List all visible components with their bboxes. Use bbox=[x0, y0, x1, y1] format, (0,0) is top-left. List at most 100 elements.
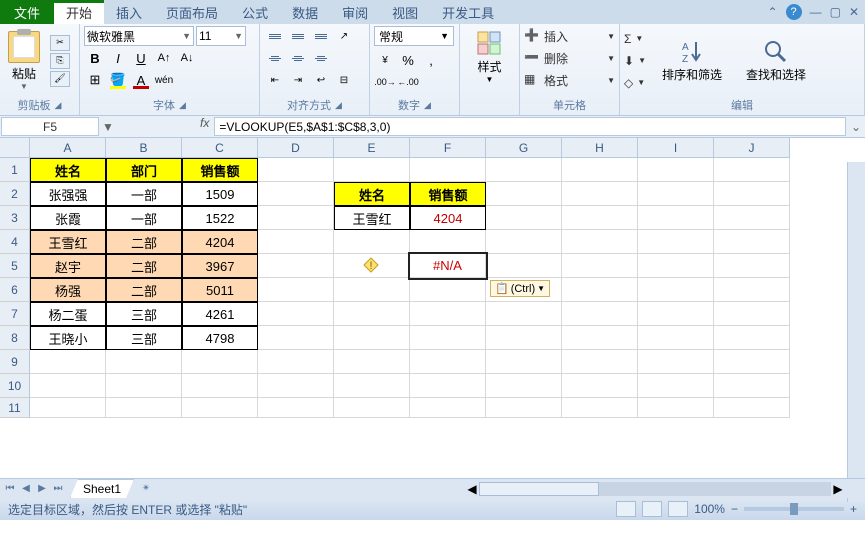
tab-prev-button[interactable]: ◀ bbox=[18, 481, 34, 497]
cell-D9[interactable] bbox=[258, 350, 334, 374]
cell-A3[interactable]: 张霞 bbox=[30, 206, 106, 230]
copy-button[interactable]: ⎘ bbox=[50, 53, 70, 69]
cell-E8[interactable] bbox=[334, 326, 410, 350]
row-header-1[interactable]: 1 bbox=[0, 158, 30, 182]
cell-C9[interactable] bbox=[182, 350, 258, 374]
bold-button[interactable]: B bbox=[84, 48, 106, 68]
cell-A11[interactable] bbox=[30, 398, 106, 418]
tab-next-button[interactable]: ▶ bbox=[34, 481, 50, 497]
cell-H7[interactable] bbox=[562, 302, 638, 326]
font-name-select[interactable]: 微软雅黑▼ bbox=[84, 26, 194, 46]
cell-H3[interactable] bbox=[562, 206, 638, 230]
cell-H10[interactable] bbox=[562, 374, 638, 398]
decrease-indent-button[interactable]: ⇤ bbox=[264, 70, 286, 90]
underline-button[interactable]: U bbox=[130, 48, 152, 68]
cell-A7[interactable]: 杨二蛋 bbox=[30, 302, 106, 326]
cell-C2[interactable]: 1509 bbox=[182, 182, 258, 206]
col-header-E[interactable]: E bbox=[334, 138, 410, 158]
zoom-slider[interactable] bbox=[744, 507, 844, 511]
cell-E11[interactable] bbox=[334, 398, 410, 418]
cell-J11[interactable] bbox=[714, 398, 790, 418]
horizontal-scrollbar[interactable]: ◀ ▶ bbox=[465, 481, 845, 497]
merge-button[interactable]: ⊟ bbox=[333, 70, 355, 90]
cell-I8[interactable] bbox=[638, 326, 714, 350]
format-cells-button[interactable]: ▦格式▼ bbox=[524, 70, 615, 90]
align-right-button[interactable] bbox=[310, 48, 332, 68]
cell-I2[interactable] bbox=[638, 182, 714, 206]
cell-D2[interactable] bbox=[258, 182, 334, 206]
cell-C11[interactable] bbox=[182, 398, 258, 418]
fill-color-button[interactable]: 🪣 bbox=[107, 70, 129, 90]
phonetic-button[interactable]: wén bbox=[153, 70, 175, 90]
row-header-7[interactable]: 7 bbox=[0, 302, 30, 326]
cell-A8[interactable]: 王晓小 bbox=[30, 326, 106, 350]
cell-J9[interactable] bbox=[714, 350, 790, 374]
page-break-view-button[interactable] bbox=[668, 501, 688, 517]
cell-J10[interactable] bbox=[714, 374, 790, 398]
cell-B3[interactable]: 一部 bbox=[106, 206, 182, 230]
grow-font-button[interactable]: A↑ bbox=[153, 48, 175, 68]
fill-button[interactable]: ⬇▼ bbox=[624, 51, 646, 71]
row-header-2[interactable]: 2 bbox=[0, 182, 30, 206]
row-header-4[interactable]: 4 bbox=[0, 230, 30, 254]
cell-G5[interactable] bbox=[486, 254, 562, 278]
cell-J3[interactable] bbox=[714, 206, 790, 230]
formula-bar[interactable]: =VLOOKUP(E5,$A$1:$C$8,3,0) bbox=[214, 117, 846, 136]
align-middle-button[interactable] bbox=[287, 26, 309, 46]
menu-file[interactable]: 文件 bbox=[0, 0, 54, 24]
cell-A2[interactable]: 张强强 bbox=[30, 182, 106, 206]
cell-I3[interactable] bbox=[638, 206, 714, 230]
cell-D5[interactable] bbox=[258, 254, 334, 278]
row-header-10[interactable]: 10 bbox=[0, 374, 30, 398]
cell-A10[interactable] bbox=[30, 374, 106, 398]
cell-I9[interactable] bbox=[638, 350, 714, 374]
cell-E2[interactable]: 姓名 bbox=[334, 182, 410, 206]
cell-B6[interactable]: 二部 bbox=[106, 278, 182, 302]
menu-data[interactable]: 数据 bbox=[280, 0, 330, 24]
cell-F8[interactable] bbox=[410, 326, 486, 350]
cell-I6[interactable] bbox=[638, 278, 714, 302]
new-sheet-button[interactable]: ✴ bbox=[138, 481, 154, 497]
cell-G1[interactable] bbox=[486, 158, 562, 182]
cell-C3[interactable]: 1522 bbox=[182, 206, 258, 230]
number-format-select[interactable]: 常规▼ bbox=[374, 26, 454, 46]
cell-B4[interactable]: 二部 bbox=[106, 230, 182, 254]
delete-cells-button[interactable]: ➖删除▼ bbox=[524, 48, 615, 68]
orientation-button[interactable]: ↗ bbox=[333, 26, 355, 46]
currency-button[interactable]: ¥ bbox=[374, 50, 396, 70]
cell-F4[interactable] bbox=[410, 230, 486, 254]
cell-I11[interactable] bbox=[638, 398, 714, 418]
close-icon[interactable]: ✕ bbox=[849, 5, 859, 19]
increase-indent-button[interactable]: ⇥ bbox=[287, 70, 309, 90]
cell-B11[interactable] bbox=[106, 398, 182, 418]
cell-G4[interactable] bbox=[486, 230, 562, 254]
shrink-font-button[interactable]: A↓ bbox=[176, 48, 198, 68]
align-bottom-button[interactable] bbox=[310, 26, 332, 46]
cell-E1[interactable] bbox=[334, 158, 410, 182]
row-header-9[interactable]: 9 bbox=[0, 350, 30, 374]
cell-C4[interactable]: 4204 bbox=[182, 230, 258, 254]
cell-B10[interactable] bbox=[106, 374, 182, 398]
col-header-A[interactable]: A bbox=[30, 138, 106, 158]
cell-J1[interactable] bbox=[714, 158, 790, 182]
row-header-6[interactable]: 6 bbox=[0, 278, 30, 302]
cell-H6[interactable] bbox=[562, 278, 638, 302]
cell-E7[interactable] bbox=[334, 302, 410, 326]
decrease-decimal-button[interactable]: ←.00 bbox=[397, 72, 419, 92]
zoom-out-button[interactable]: − bbox=[731, 502, 738, 516]
cut-button[interactable]: ✂ bbox=[50, 35, 70, 51]
cell-D1[interactable] bbox=[258, 158, 334, 182]
cell-F9[interactable] bbox=[410, 350, 486, 374]
cell-B9[interactable] bbox=[106, 350, 182, 374]
percent-button[interactable]: % bbox=[397, 50, 419, 70]
cell-G3[interactable] bbox=[486, 206, 562, 230]
cell-J4[interactable] bbox=[714, 230, 790, 254]
clear-button[interactable]: ◇▼ bbox=[624, 73, 646, 93]
cell-F10[interactable] bbox=[410, 374, 486, 398]
cell-G11[interactable] bbox=[486, 398, 562, 418]
cell-C7[interactable]: 4261 bbox=[182, 302, 258, 326]
cell-F5-selected[interactable]: #N/A bbox=[410, 254, 486, 278]
row-header-3[interactable]: 3 bbox=[0, 206, 30, 230]
cell-B1[interactable]: 部门 bbox=[106, 158, 182, 182]
cell-A6[interactable]: 杨强 bbox=[30, 278, 106, 302]
